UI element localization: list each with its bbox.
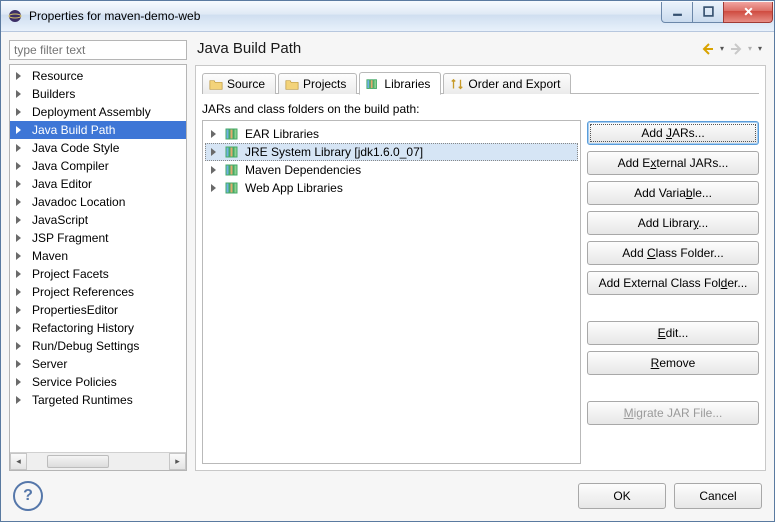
- remove-button[interactable]: Remove: [587, 351, 759, 375]
- window-controls: [662, 2, 773, 22]
- page-title: Java Build Path: [197, 40, 700, 57]
- edit-button[interactable]: Edit...: [587, 321, 759, 345]
- content-box: SourceProjectsLibrariesOrder and Export …: [195, 65, 766, 471]
- library-label: EAR Libraries: [245, 126, 319, 142]
- scroll-thumb[interactable]: [47, 455, 109, 468]
- library-item[interactable]: EAR Libraries: [205, 125, 578, 143]
- tab-label: Source: [227, 77, 265, 91]
- sidebar-item[interactable]: Java Editor: [10, 175, 186, 193]
- sidebar-item[interactable]: Service Policies: [10, 373, 186, 391]
- sidebar-item[interactable]: Refactoring History: [10, 319, 186, 337]
- dropdown-icon[interactable]: ▾: [718, 41, 726, 57]
- maximize-button[interactable]: [692, 2, 724, 23]
- sidebar-item[interactable]: Java Compiler: [10, 157, 186, 175]
- sidebar-item[interactable]: Deployment Assembly: [10, 103, 186, 121]
- library-icon: [225, 127, 241, 141]
- add-library-button[interactable]: Add Library...: [587, 211, 759, 235]
- sidebar-item[interactable]: JSP Fragment: [10, 229, 186, 247]
- sidebar-item[interactable]: Java Build Path: [10, 121, 186, 139]
- back-icon[interactable]: [700, 41, 716, 57]
- sidebar-item[interactable]: Builders: [10, 85, 186, 103]
- add-variable-button[interactable]: Add Variable...: [587, 181, 759, 205]
- dialog-window: Properties for maven-demo-web ResourceBu…: [0, 0, 775, 522]
- library-icon: [225, 145, 241, 159]
- tab-icon: [450, 77, 464, 91]
- minimize-button[interactable]: [661, 2, 693, 23]
- tab[interactable]: Libraries: [359, 72, 441, 95]
- tab[interactable]: Projects: [278, 73, 357, 94]
- tab-label: Libraries: [384, 77, 430, 91]
- library-icon: [225, 163, 241, 177]
- migrate-jar-button: Migrate JAR File...: [587, 401, 759, 425]
- horizontal-scrollbar[interactable]: ◂ ▸: [10, 452, 186, 470]
- scroll-left-icon[interactable]: ◂: [10, 453, 27, 470]
- titlebar: Properties for maven-demo-web: [1, 1, 774, 32]
- library-label: JRE System Library [jdk1.6.0_07]: [245, 144, 423, 160]
- sidebar-item[interactable]: PropertiesEditor: [10, 301, 186, 319]
- library-icon: [225, 181, 241, 195]
- sidebar-item[interactable]: Project Facets: [10, 265, 186, 283]
- close-button[interactable]: [723, 2, 773, 23]
- tab[interactable]: Order and Export: [443, 73, 571, 94]
- sidebar-item[interactable]: Project References: [10, 283, 186, 301]
- tab-label: Projects: [303, 77, 346, 91]
- library-label: Web App Libraries: [245, 180, 343, 196]
- sidebar-item[interactable]: Run/Debug Settings: [10, 337, 186, 355]
- dialog-body: ResourceBuildersDeployment AssemblyJava …: [1, 32, 774, 471]
- sidebar-item[interactable]: Java Code Style: [10, 139, 186, 157]
- sidebar-item[interactable]: Resource: [10, 67, 186, 85]
- add-jars-button[interactable]: Add JARs...: [587, 121, 759, 145]
- header-toolbar: ▾ ▾ ▾: [700, 41, 764, 57]
- sidebar-item[interactable]: Targeted Runtimes: [10, 391, 186, 409]
- library-item[interactable]: JRE System Library [jdk1.6.0_07]: [205, 143, 578, 161]
- filter-input[interactable]: [9, 40, 187, 60]
- sidebar-item[interactable]: Server: [10, 355, 186, 373]
- add-class-folder-button[interactable]: Add Class Folder...: [587, 241, 759, 265]
- menu-icon[interactable]: ▾: [756, 41, 764, 57]
- sidebar-item[interactable]: Javadoc Location: [10, 193, 186, 211]
- libraries-list[interactable]: EAR Libraries JRE System Library [jdk1.6.…: [202, 120, 581, 464]
- tab[interactable]: Source: [202, 73, 276, 94]
- add-external-jars-button[interactable]: Add External JARs...: [587, 151, 759, 175]
- category-tree: ResourceBuildersDeployment AssemblyJava …: [9, 64, 187, 471]
- help-icon[interactable]: ?: [13, 481, 43, 511]
- main-panel: Java Build Path ▾ ▾ ▾ Source Projects Libr…: [195, 40, 766, 471]
- add-external-class-folder-button[interactable]: Add External Class Folder...: [587, 271, 759, 295]
- library-label: Maven Dependencies: [245, 162, 361, 178]
- dropdown-icon[interactable]: ▾: [746, 41, 754, 57]
- tab-bar: Source Projects Libraries Order and Export: [202, 70, 759, 94]
- sidebar-item[interactable]: Maven: [10, 247, 186, 265]
- forward-icon[interactable]: [728, 41, 744, 57]
- ok-button[interactable]: OK: [578, 483, 666, 509]
- tab-icon: [285, 77, 299, 91]
- button-column: Add JARs... Add External JARs... Add Var…: [587, 120, 759, 464]
- library-item[interactable]: Web App Libraries: [205, 179, 578, 197]
- sidebar-item[interactable]: JavaScript: [10, 211, 186, 229]
- scroll-right-icon[interactable]: ▸: [169, 453, 186, 470]
- footer: ? OK Cancel: [1, 471, 774, 521]
- tab-label: Order and Export: [468, 77, 560, 91]
- tab-icon: [209, 77, 223, 91]
- tab-icon: [366, 77, 380, 91]
- library-item[interactable]: Maven Dependencies: [205, 161, 578, 179]
- sidebar: ResourceBuildersDeployment AssemblyJava …: [9, 40, 187, 471]
- description: JARs and class folders on the build path…: [202, 100, 759, 120]
- tab-page-libraries: JARs and class folders on the build path…: [202, 94, 759, 464]
- eclipse-icon: [7, 8, 23, 24]
- cancel-button[interactable]: Cancel: [674, 483, 762, 509]
- window-title: Properties for maven-demo-web: [29, 9, 662, 23]
